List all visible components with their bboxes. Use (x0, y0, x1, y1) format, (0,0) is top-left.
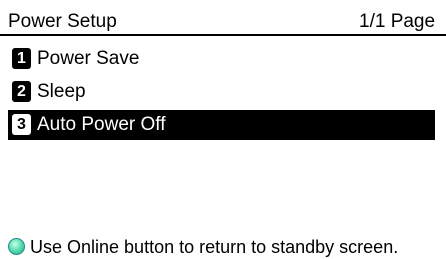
online-button-icon (8, 238, 25, 255)
power-setup-screen: Power Setup 1/1 Page 1 Power Save 2 Slee… (0, 0, 446, 259)
menu-item-label: Power Save (37, 48, 140, 69)
menu-item-label: Auto Power Off (37, 114, 166, 135)
menu-item-number: 2 (12, 81, 31, 102)
page-indicator: 1/1 Page (359, 11, 436, 32)
menu-item-sleep[interactable]: 2 Sleep (8, 77, 435, 107)
menu-item-number: 1 (12, 48, 31, 69)
help-message: Use Online button to return to standby s… (30, 237, 399, 257)
menu-item-auto-power-off[interactable]: 3 Auto Power Off (8, 110, 435, 140)
header-bar: Power Setup 1/1 Page (0, 4, 446, 36)
page-title: Power Setup (8, 11, 117, 32)
menu-list: 1 Power Save 2 Sleep 3 Auto Power Off (8, 44, 435, 143)
menu-item-power-save[interactable]: 1 Power Save (8, 44, 435, 74)
menu-item-number: 3 (12, 114, 31, 135)
menu-item-label: Sleep (37, 81, 86, 102)
